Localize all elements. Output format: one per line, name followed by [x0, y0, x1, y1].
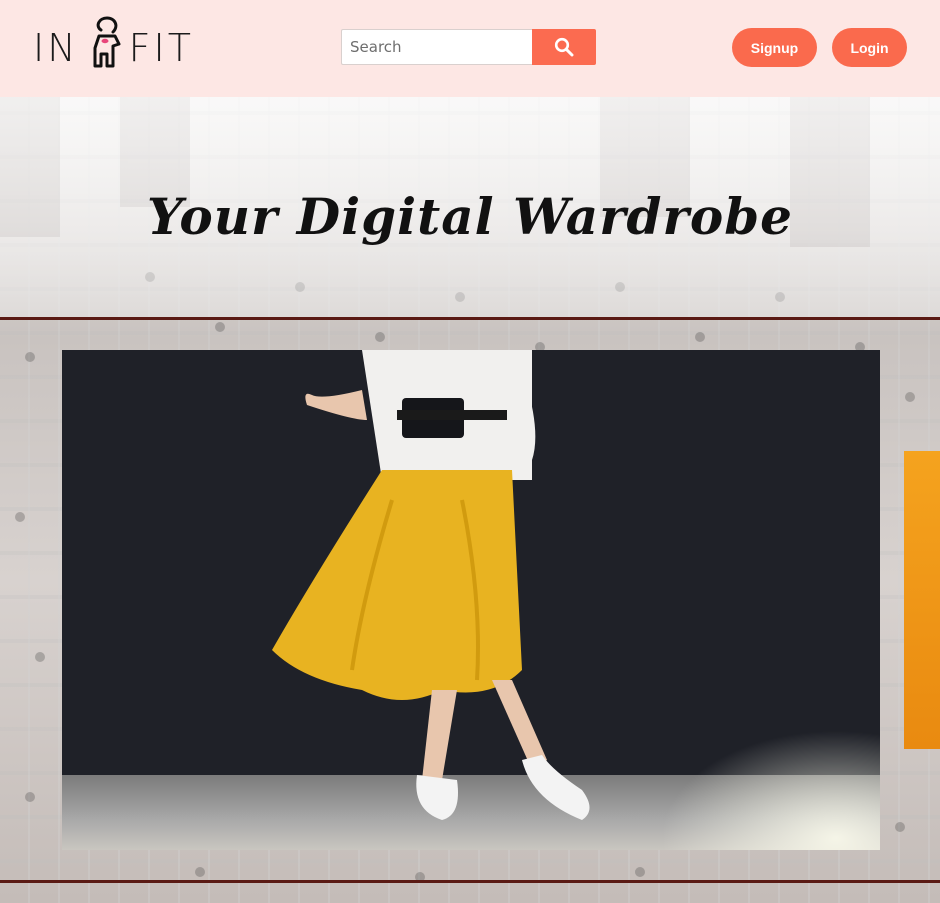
search-icon [554, 37, 574, 57]
signup-button[interactable]: Signup [732, 28, 817, 67]
divider-top [0, 317, 940, 320]
carousel-slide-image[interactable] [62, 350, 880, 850]
search-button[interactable] [532, 29, 596, 65]
logo[interactable]: IN FIT [33, 14, 213, 74]
hero-section: Your Digital Wardrobe [0, 97, 940, 903]
logo-gazelle-icon [93, 16, 121, 68]
logo-text-right: FIT [128, 26, 194, 70]
logo-text-left: IN [33, 26, 79, 70]
login-button[interactable]: Login [832, 28, 907, 67]
search-input[interactable] [341, 29, 532, 65]
divider-bottom [0, 880, 940, 883]
search-bar [341, 29, 597, 65]
carousel-next-slide-preview[interactable] [904, 451, 940, 749]
navbar: IN FIT Signup Login [0, 0, 940, 97]
woman-yellow-skirt-illustration [272, 350, 590, 820]
hero-title: Your Digital Wardrobe [147, 187, 793, 246]
